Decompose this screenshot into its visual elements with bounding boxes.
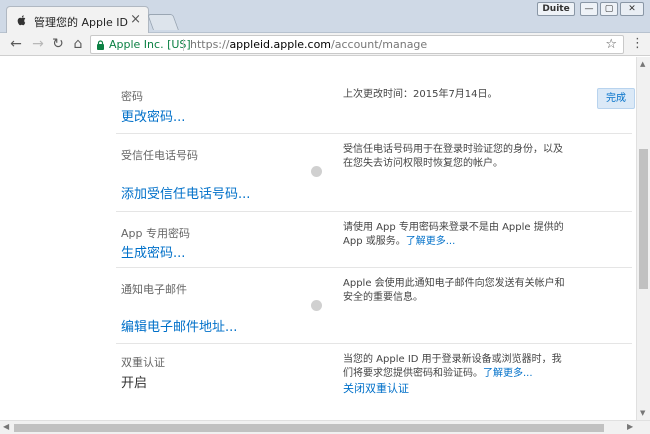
edit-email-link[interactable]: 编辑电子邮件地址...	[121, 316, 237, 335]
add-trusted-phone-link[interactable]: 添加受信任电话号码...	[121, 183, 250, 202]
url-scheme: https://	[190, 38, 230, 51]
row-label: 双重认证	[121, 356, 165, 369]
browser-tab[interactable]: 管理您的 Apple ID ×	[6, 6, 149, 33]
browser-toolbar: ← → ↻ ⌂ Apple Inc. [US] https://appleid.…	[0, 33, 650, 56]
change-password-link[interactable]: 更改密码...	[121, 106, 185, 125]
row-label: 通知电子邮件	[121, 283, 187, 296]
row-label: 受信任电话号码	[121, 149, 198, 162]
tab-close-icon[interactable]: ×	[130, 12, 141, 27]
row-label: App 专用密码	[121, 227, 190, 240]
info-dot-icon	[311, 300, 322, 311]
apple-logo-icon	[17, 15, 26, 26]
address-bar[interactable]: Apple Inc. [US] https://appleid.apple.co…	[90, 35, 624, 54]
security-row-password: 密码 更改密码... 上次更改时间：2015年7月14日。	[116, 57, 632, 134]
security-origin: Apple Inc. [US]	[109, 38, 191, 51]
generate-password-link[interactable]: 生成密码...	[121, 242, 185, 261]
browser-tab-strip: 管理您的 Apple ID × Duite — ▢ ✕	[0, 0, 650, 33]
new-tab-button[interactable]	[147, 14, 179, 30]
learn-more-link[interactable]: 了解更多...	[406, 236, 456, 247]
bookmark-star-icon[interactable]: ☆	[605, 37, 617, 52]
forward-arrow-icon[interactable]: →	[30, 36, 46, 52]
page-content: 密码 更改密码... 上次更改时间：2015年7月14日。 受信任电话号码 添加…	[0, 57, 636, 420]
vertical-scroll-thumb[interactable]	[639, 149, 648, 289]
done-button[interactable]: 完成	[597, 88, 635, 109]
horizontal-scrollbar[interactable]: ◀ ▶	[0, 420, 650, 434]
learn-more-link[interactable]: 了解更多...	[483, 368, 533, 379]
scroll-down-icon[interactable]: ▼	[640, 409, 645, 417]
back-arrow-icon[interactable]: ←	[8, 36, 24, 52]
url-separator	[183, 39, 184, 51]
row-description: 上次更改时间：2015年7月14日。	[343, 89, 498, 100]
url-host: appleid.apple.com	[229, 38, 332, 51]
security-row-trusted-phone: 受信任电话号码 添加受信任电话号码... 受信任电话号码用于在登录时验证您的身份…	[116, 134, 632, 212]
home-icon[interactable]: ⌂	[70, 36, 86, 52]
url-text[interactable]: https://appleid.apple.com/account/manage	[190, 38, 427, 51]
row-description: 受信任电话号码用于在登录时验证您的身份，以及在您失去访问权限时恢复您的帐户。	[343, 144, 563, 169]
reload-icon[interactable]: ↻	[50, 36, 66, 52]
profile-button[interactable]: Duite	[537, 2, 575, 16]
scroll-right-icon[interactable]: ▶	[627, 422, 633, 431]
browser-menu-icon[interactable]: ⋮	[631, 36, 644, 51]
minimize-icon[interactable]: —	[580, 2, 598, 16]
turn-off-two-factor-link[interactable]: 关闭双重认证	[343, 380, 409, 396]
scroll-left-icon[interactable]: ◀	[3, 422, 9, 431]
window-close-icon[interactable]: ✕	[620, 2, 644, 16]
lock-icon	[97, 40, 104, 50]
vertical-scrollbar[interactable]: ▲ ▼	[636, 57, 650, 420]
row-label: 密码	[121, 90, 143, 103]
tab-title: 管理您的 Apple ID	[34, 16, 129, 29]
row-description: Apple 会使用此通知电子邮件向您发送有关帐户和安全的重要信息。	[343, 278, 565, 303]
security-row-app-password: App 专用密码 生成密码... 请使用 App 专用密码来登录不是由 Appl…	[116, 212, 632, 268]
security-row-two-factor: 双重认证 开启 当您的 Apple ID 用于登录新设备或浏览器时，我们将要求您…	[116, 344, 632, 420]
security-row-notification-email: 通知电子邮件 编辑电子邮件地址... Apple 会使用此通知电子邮件向您发送有…	[116, 268, 632, 344]
info-dot-icon	[311, 166, 322, 177]
url-path: /account/manage	[331, 38, 428, 51]
two-factor-status: 开启	[121, 376, 148, 391]
row-description: 当您的 Apple ID 用于登录新设备或浏览器时，我们将要求您提供密码和验证码…	[343, 353, 568, 381]
horizontal-scroll-thumb[interactable]	[14, 424, 604, 432]
scroll-up-icon[interactable]: ▲	[640, 60, 645, 68]
row-description: 请使用 App 专用密码来登录不是由 Apple 提供的 App 或服务。了解更…	[343, 221, 568, 249]
maximize-icon[interactable]: ▢	[600, 2, 618, 16]
